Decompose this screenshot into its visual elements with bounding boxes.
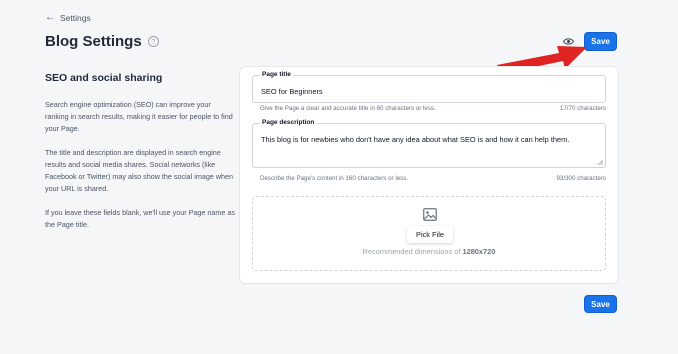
pick-file-button[interactable]: Pick File: [407, 226, 453, 243]
page-title: Blog Settings: [45, 33, 142, 50]
page-description-textarea[interactable]: This blog is for newbies who don't have …: [261, 135, 591, 144]
seo-settings-card: Page title SEO for Beginners Give the Pa…: [240, 67, 618, 283]
recommended-prefix: Recommended dimensions of: [362, 247, 461, 256]
page-description-hint: Describe the Page's content in 160 chara…: [260, 175, 409, 182]
title-description-paragraph: The title and description are displayed …: [45, 148, 234, 193]
page-title-input[interactable]: SEO for Beginners: [261, 87, 323, 96]
arrow-left-icon: ←: [45, 12, 55, 23]
resize-handle-icon[interactable]: [597, 159, 603, 165]
back-to-settings-link[interactable]: ← Settings: [45, 12, 91, 24]
page-title-field[interactable]: Page title SEO for Beginners: [252, 71, 606, 103]
social-image-dropzone[interactable]: Pick File Recommended dimensions of 1280…: [252, 196, 606, 271]
question-circle-icon[interactable]: ?: [147, 36, 159, 47]
page-description-label: Page description: [260, 119, 317, 126]
page-description-field[interactable]: Page description This blog is for newbie…: [252, 119, 606, 168]
page-description-char-count: 93/300 characters: [556, 175, 606, 182]
save-button-bottom[interactable]: Save: [584, 295, 617, 313]
recommended-dims: 1280x720: [462, 247, 496, 256]
seo-section-heading: SEO and social sharing: [45, 72, 163, 84]
image-icon: [423, 208, 437, 221]
blank-fields-paragraph: If you leave these fields blank, we'll u…: [45, 208, 235, 229]
seo-description-paragraph: Search engine optimization (SEO) can imp…: [45, 100, 233, 133]
recommended-dimensions-text: Recommended dimensions of 1280x720: [253, 247, 605, 256]
back-link-label: Settings: [60, 13, 91, 23]
page-title-row: Blog Settings ?: [45, 33, 159, 50]
page-title-char-count: 17/70 characters: [559, 105, 606, 112]
page-title-label: Page title: [260, 71, 293, 78]
page-title-hint: Give the Page a clear and accurate title…: [260, 105, 436, 112]
